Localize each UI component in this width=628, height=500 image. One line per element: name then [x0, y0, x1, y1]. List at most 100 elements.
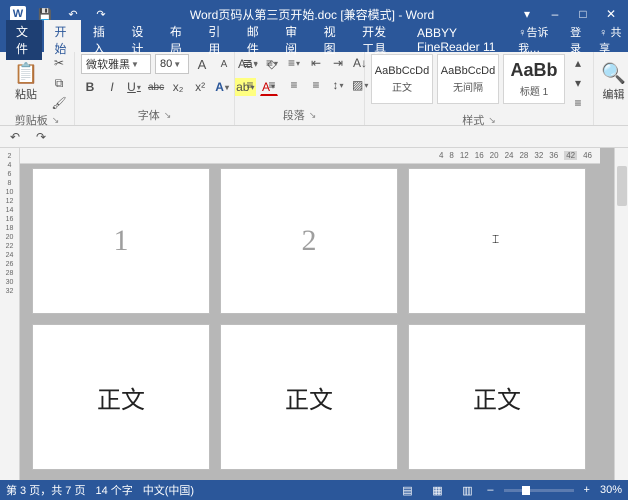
horizontal-ruler[interactable]: 4 8 12 16 20 24 28 32 36 42 46: [20, 148, 600, 164]
page-number: 1: [114, 224, 129, 258]
scrollbar-thumb[interactable]: [617, 166, 627, 206]
style-name: 正文: [392, 79, 412, 94]
multilevel-button[interactable]: ≡▾: [285, 54, 303, 72]
paste-button[interactable]: 📋 粘贴: [6, 54, 46, 108]
font-name-select[interactable]: 微软雅黑▼: [81, 54, 151, 74]
style-preview: AaBbCcDd: [375, 65, 429, 77]
ruler-tick: 20: [490, 151, 499, 160]
ruler-tick: 8: [449, 151, 453, 160]
line-spacing-button[interactable]: ↕▾: [329, 76, 347, 94]
bullets-button[interactable]: ≣▾: [241, 54, 259, 72]
font-name-value: 微软雅黑: [86, 56, 130, 72]
ruler-tick: 4: [439, 151, 443, 160]
paragraph-launcher-icon[interactable]: ↘: [309, 110, 317, 121]
redo-button[interactable]: ↷: [32, 128, 50, 146]
zoom-in-button[interactable]: +: [584, 484, 590, 496]
zoom-slider[interactable]: [504, 489, 574, 492]
ribbon: 📋 粘贴 ✂ ⧉ 🖌 剪贴板↘ 微软雅黑▼ 80▼ A A Aa▾ ◇ B: [0, 52, 628, 126]
clipboard-launcher-icon[interactable]: ↘: [52, 115, 60, 126]
align-center-button[interactable]: ≡: [263, 76, 281, 94]
align-right-button[interactable]: ≡: [285, 76, 303, 94]
clipboard-icon: 📋: [14, 61, 39, 86]
ruler-tick: 46: [583, 151, 592, 160]
view-web-layout-icon[interactable]: ▥: [457, 483, 477, 497]
subscript-button[interactable]: x₂: [169, 78, 187, 96]
status-bar: 第 3 页，共 7 页 14 个字 中文(中国) ▤ ▦ ▥ – + 30%: [0, 480, 628, 500]
styles-expand-icon[interactable]: ≡: [569, 94, 587, 112]
style-preview: AaBbCcDd: [441, 65, 495, 77]
group-styles-label: 样式: [462, 112, 484, 128]
strike-button[interactable]: abc: [147, 78, 165, 96]
page-thumb-4[interactable]: 正文: [32, 324, 210, 470]
group-clipboard: 📋 粘贴 ✂ ⧉ 🖌 剪贴板 ↘: [0, 52, 75, 125]
font-launcher-icon[interactable]: ↘: [164, 110, 172, 121]
page-thumb-2[interactable]: 2: [220, 168, 398, 314]
cut-button[interactable]: ✂: [50, 54, 68, 72]
align-left-button[interactable]: ≡: [241, 76, 259, 94]
find-icon: 🔍: [601, 61, 626, 86]
editing-label: 编辑: [603, 86, 625, 102]
page-text: 正文: [97, 380, 145, 415]
copy-button[interactable]: ⧉: [50, 74, 68, 92]
undo-button[interactable]: ↶: [6, 128, 24, 146]
page-thumb-1[interactable]: 1: [32, 168, 210, 314]
group-clipboard-label: 剪贴板: [15, 112, 48, 128]
page-number: 2: [302, 224, 317, 258]
numbering-button[interactable]: ≡▾: [263, 54, 281, 72]
styles-scroll-up-icon[interactable]: ▴: [569, 54, 587, 72]
group-font-label: 字体: [138, 107, 160, 123]
ruler-tick: 12: [460, 151, 469, 160]
page-thumb-6[interactable]: 正文: [408, 324, 586, 470]
font-size-select[interactable]: 80▼: [155, 54, 189, 74]
style-card-heading1[interactable]: AaBb 标题 1: [503, 54, 565, 104]
styles-launcher-icon[interactable]: ↘: [488, 115, 496, 126]
italic-button[interactable]: I: [103, 78, 121, 96]
font-size-value: 80: [160, 58, 172, 70]
grow-font-button[interactable]: A: [193, 55, 211, 73]
dec-indent-button[interactable]: ⇤: [307, 54, 325, 72]
styles-scroll-down-icon[interactable]: ▾: [569, 74, 587, 92]
style-preview: AaBb: [510, 60, 557, 81]
view-read-mode-icon[interactable]: ▤: [397, 483, 417, 497]
style-name: 标题 1: [520, 83, 548, 98]
superscript-button[interactable]: x²: [191, 78, 209, 96]
ribbon-tabs: 文件 开始 插入 设计 布局 引用 邮件 审阅 视图 开发工具 ABBYY Fi…: [0, 28, 628, 52]
vertical-scrollbar[interactable]: [614, 148, 628, 480]
zoom-out-button[interactable]: –: [487, 484, 493, 496]
paste-label: 粘贴: [15, 86, 37, 102]
ruler-tick: 36: [549, 151, 558, 160]
shrink-font-button[interactable]: A: [215, 55, 233, 73]
status-word-count[interactable]: 14 个字: [95, 482, 132, 498]
page-text: 正文: [473, 380, 521, 415]
text-effects-button[interactable]: A▾: [213, 78, 231, 96]
group-styles: AaBbCcDd 正文 AaBbCcDd 无间隔 AaBb 标题 1 ▴ ▾ ≡…: [365, 52, 594, 125]
page-text: 正文: [285, 380, 333, 415]
status-page-count[interactable]: 第 3 页，共 7 页: [6, 482, 85, 498]
page-thumb-3[interactable]: ⌶: [408, 168, 586, 314]
ruler-tick: 32: [534, 151, 543, 160]
format-painter-button[interactable]: 🖌: [50, 94, 68, 112]
style-name: 无间隔: [453, 79, 483, 94]
align-justify-button[interactable]: ≡: [307, 76, 325, 94]
editing-menu-button[interactable]: 🔍 编辑: [600, 54, 627, 108]
view-print-layout-icon[interactable]: ▦: [427, 483, 447, 497]
page-thumbnails: 1 2 ⌶ 正文 正文 正文: [32, 168, 586, 470]
bold-button[interactable]: B: [81, 78, 99, 96]
zoom-level[interactable]: 30%: [600, 484, 622, 496]
status-language[interactable]: 中文(中国): [143, 482, 194, 498]
inc-indent-button[interactable]: ⇥: [329, 54, 347, 72]
group-font: 微软雅黑▼ 80▼ A A Aa▾ ◇ B I U▾ abc x₂ x² A▾ …: [75, 52, 235, 125]
page-thumb-5[interactable]: 正文: [220, 324, 398, 470]
style-card-normal[interactable]: AaBbCcDd 正文: [371, 54, 433, 104]
ruler-tick: 24: [505, 151, 514, 160]
ruler-tick: 42: [564, 151, 577, 160]
zoom-slider-thumb[interactable]: [522, 486, 530, 495]
text-cursor-icon: ⌶: [492, 232, 502, 250]
vertical-ruler[interactable]: 2468101214161820222426283032: [0, 148, 20, 480]
share-label: 共享: [599, 27, 621, 55]
underline-button[interactable]: U▾: [125, 78, 143, 96]
style-card-nospacing[interactable]: AaBbCcDd 无间隔: [437, 54, 499, 104]
ruler-tick: 16: [475, 151, 484, 160]
ruler-tick: 28: [519, 151, 528, 160]
group-paragraph: ≣▾ ≡▾ ≡▾ ⇤ ⇥ A↓ ¶ ≡ ≡ ≡ ≡ ↕▾ ▨▾ ▦▾ 段落↘: [235, 52, 365, 125]
